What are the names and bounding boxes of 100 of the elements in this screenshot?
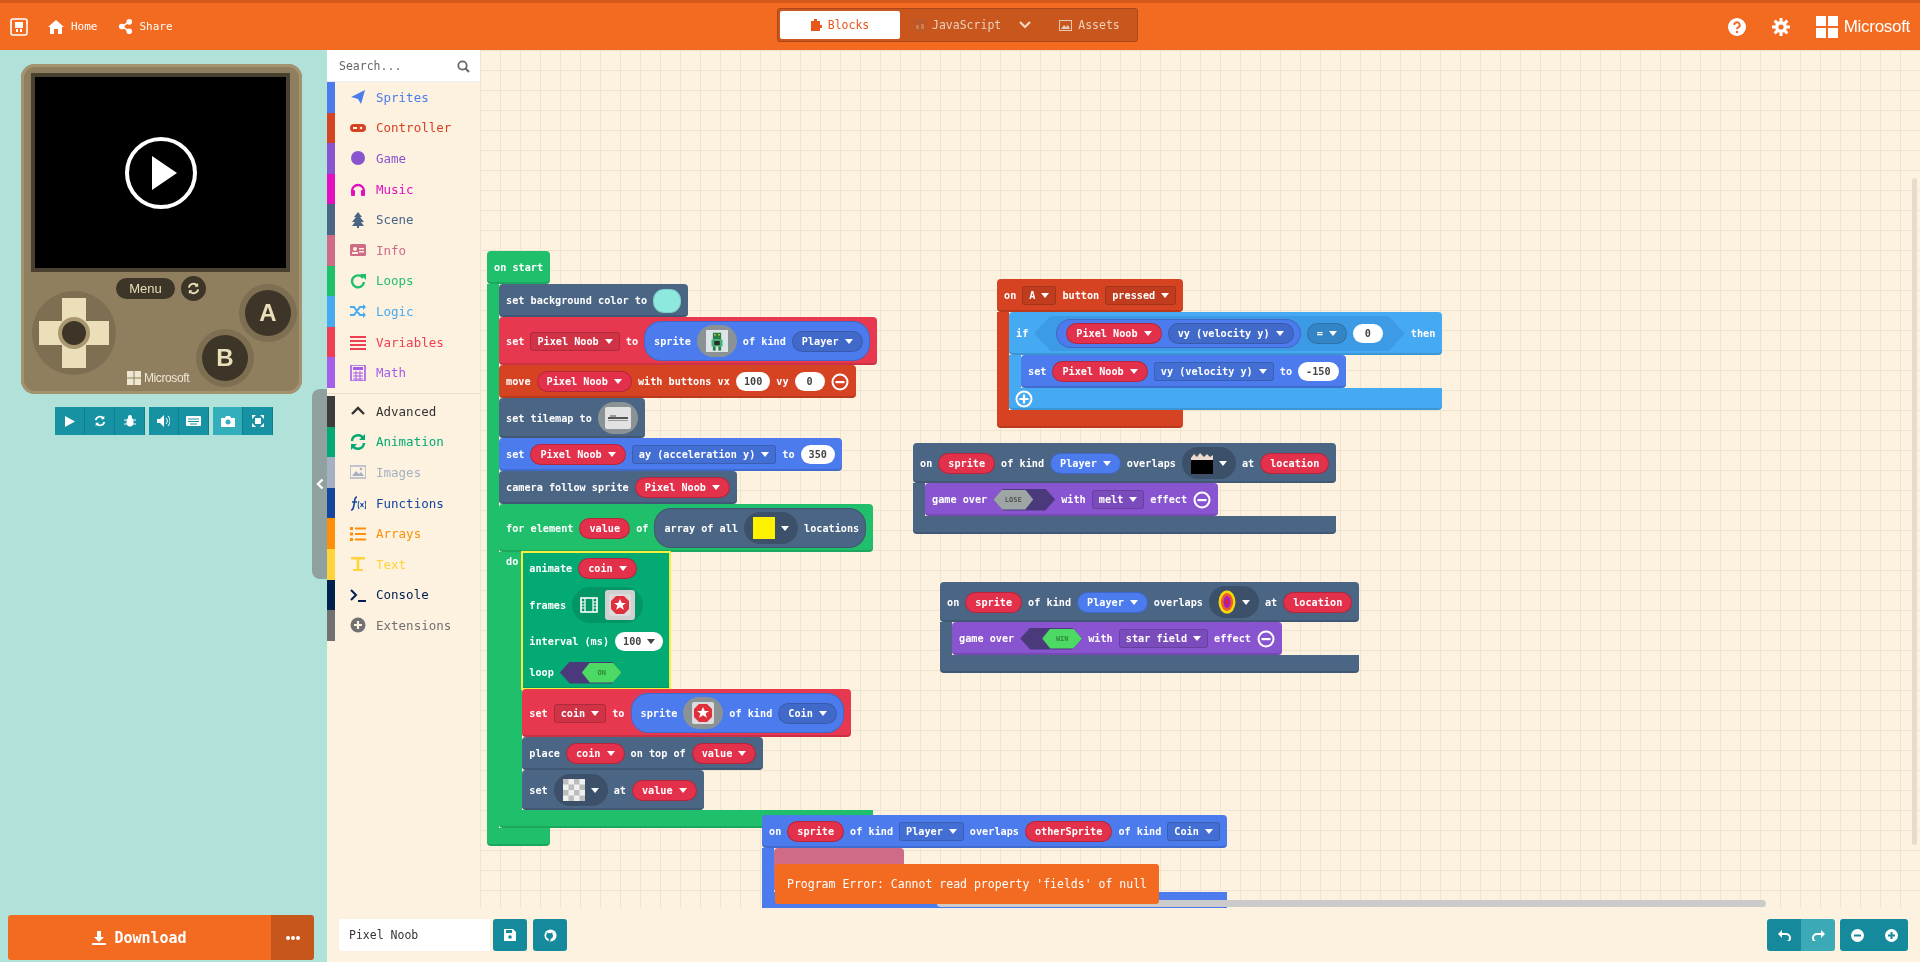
search-field[interactable]: Search... bbox=[327, 50, 480, 82]
variable-dropdown[interactable]: Pixel Noob bbox=[536, 371, 632, 392]
image-field[interactable] bbox=[683, 697, 724, 729]
variable-dropdown[interactable]: value bbox=[691, 743, 757, 764]
variable-dropdown[interactable]: Pixel Noob bbox=[1066, 323, 1162, 344]
logo-icon[interactable] bbox=[10, 17, 28, 36]
variable-pill[interactable]: location bbox=[1283, 591, 1353, 613]
keyboard-button[interactable] bbox=[179, 407, 209, 435]
redo-button[interactable] bbox=[1801, 919, 1835, 951]
code-block[interactable]: set Pixel Noob to sprite of kind Player bbox=[499, 317, 877, 365]
variable-pill[interactable]: otherSprite bbox=[1024, 821, 1113, 842]
home-link[interactable]: Home bbox=[48, 19, 98, 34]
d-pad[interactable] bbox=[31, 290, 117, 376]
code-block[interactable]: camera follow sprite Pixel Noob bbox=[499, 471, 737, 504]
project-name-field[interactable]: Pixel Noob bbox=[339, 919, 490, 951]
code-block[interactable]: set background color to bbox=[499, 284, 689, 317]
image-dropdown[interactable] bbox=[553, 774, 608, 806]
variable-pill[interactable]: value bbox=[579, 517, 631, 539]
share-link[interactable]: Share bbox=[117, 19, 173, 34]
dropdown-field[interactable]: Player bbox=[791, 330, 863, 352]
variable-dropdown[interactable]: coin bbox=[565, 743, 625, 764]
add-icon[interactable] bbox=[1015, 390, 1033, 408]
remove-icon[interactable] bbox=[1256, 629, 1275, 648]
image-dropdown[interactable] bbox=[744, 512, 799, 544]
collapse-handle[interactable] bbox=[312, 389, 327, 579]
image-dropdown[interactable] bbox=[1181, 447, 1236, 479]
variable-dropdown[interactable]: Pixel Noob bbox=[1052, 361, 1148, 382]
reporter-block[interactable]: sprite of kind Coin bbox=[630, 693, 844, 733]
dropdown-field[interactable]: Coin bbox=[778, 702, 837, 724]
image-field[interactable] bbox=[696, 325, 737, 357]
editor-tab[interactable]: Blocks bbox=[780, 11, 900, 39]
dropdown-field[interactable]: pressed bbox=[1105, 286, 1177, 305]
variable-pill[interactable]: sprite bbox=[938, 452, 996, 474]
variable-pill[interactable]: sprite bbox=[965, 591, 1023, 613]
dropdown-field[interactable]: Coin bbox=[1167, 822, 1220, 841]
editor-tab[interactable]: Assets bbox=[1045, 11, 1134, 39]
variable-pill[interactable]: location bbox=[1260, 452, 1330, 474]
code-block[interactable]: on A button pressed if Pixel Noob vy (velocity y) = 0 then set Pixel Noob vy (velocity y) to -150 bbox=[997, 279, 1443, 428]
code-block[interactable]: set Pixel Noob vy (velocity y) to -150 bbox=[1021, 355, 1346, 388]
image-field[interactable] bbox=[597, 402, 638, 434]
settings-icon[interactable] bbox=[1771, 17, 1790, 36]
variable-dropdown[interactable]: value bbox=[631, 779, 697, 801]
dropdown-field[interactable]: Player bbox=[1050, 452, 1121, 474]
caret-icon bbox=[1129, 497, 1138, 502]
dropdown-field[interactable]: = bbox=[1306, 323, 1347, 344]
mute-button[interactable] bbox=[149, 407, 179, 435]
fullscreen-button[interactable] bbox=[243, 407, 273, 435]
color-swatch[interactable] bbox=[653, 288, 682, 313]
dropdown-field[interactable]: vy (velocity y) bbox=[1167, 323, 1294, 344]
screenshot-button[interactable] bbox=[213, 407, 243, 435]
dropdown-field[interactable]: melt bbox=[1091, 490, 1145, 509]
code-block[interactable]: set coin to sprite of kind Coin bbox=[522, 689, 851, 737]
variable-dropdown[interactable]: Pixel Noob bbox=[634, 477, 730, 498]
zoom-out-button[interactable] bbox=[1840, 919, 1874, 951]
download-button[interactable]: Download bbox=[8, 915, 271, 960]
dropdown-field[interactable]: A bbox=[1022, 286, 1057, 305]
zoom-in-button[interactable] bbox=[1874, 919, 1908, 951]
play-button[interactable] bbox=[55, 407, 85, 435]
number-field[interactable]: -150 bbox=[1298, 362, 1339, 381]
debug-button[interactable] bbox=[115, 407, 145, 435]
variable-dropdown[interactable]: Pixel Noob bbox=[530, 444, 626, 465]
dropdown-field[interactable]: Player bbox=[899, 822, 964, 841]
code-block[interactable]: set at value bbox=[522, 770, 704, 810]
dropdown-field[interactable]: coin bbox=[553, 703, 607, 723]
variable-dropdown[interactable]: coin bbox=[578, 558, 637, 579]
number-field[interactable]: 0 bbox=[794, 372, 825, 391]
dropdown-field[interactable]: Player bbox=[1077, 591, 1148, 613]
dropdown-field[interactable]: star field bbox=[1118, 629, 1209, 648]
reporter-block[interactable]: sprite of kind Player bbox=[644, 321, 870, 361]
undo-button[interactable] bbox=[1767, 919, 1801, 951]
restart-button[interactable] bbox=[85, 407, 115, 435]
number-dropdown[interactable]: 100 bbox=[615, 632, 664, 651]
play-icon[interactable] bbox=[123, 135, 198, 210]
frames-field[interactable] bbox=[572, 587, 644, 623]
remove-icon[interactable] bbox=[830, 372, 849, 391]
remove-icon[interactable] bbox=[1193, 490, 1212, 509]
dropdown-field[interactable]: ay (acceleration y) bbox=[631, 445, 777, 464]
code-block[interactable]: if Pixel Noob vy (velocity y) = 0 then set Pixel Noob vy (velocity y) to -150 bbox=[1009, 312, 1443, 410]
condition-block[interactable]: Pixel Noob vy (velocity y) = 0 bbox=[1034, 316, 1405, 351]
block-label: with buttons vx bbox=[637, 376, 730, 387]
menu-button[interactable]: Menu bbox=[116, 278, 175, 299]
scrollbar[interactable] bbox=[1912, 178, 1917, 845]
help-icon[interactable] bbox=[1727, 17, 1746, 36]
dropdown-field[interactable]: Pixel Noob bbox=[530, 331, 620, 351]
image-field[interactable] bbox=[605, 590, 636, 620]
code-block[interactable]: set tilemap to bbox=[499, 398, 645, 438]
restart-button[interactable] bbox=[181, 276, 206, 301]
variable-pill[interactable]: sprite bbox=[787, 821, 845, 842]
reporter-block[interactable]: array of all locations bbox=[654, 508, 867, 548]
reporter-block[interactable]: Pixel Noob vy (velocity y) bbox=[1056, 319, 1301, 348]
dropdown-field[interactable]: vy (velocity y) bbox=[1153, 362, 1274, 381]
code-block[interactable]: move Pixel Noob with buttons vx 100 vy 0 bbox=[499, 365, 856, 398]
github-button[interactable] bbox=[533, 919, 567, 951]
code-block[interactable]: place coin on top of value bbox=[522, 737, 764, 770]
number-field[interactable]: 350 bbox=[800, 445, 835, 464]
editor-tab[interactable]: JavaScript bbox=[900, 11, 1016, 39]
code-block[interactable]: set Pixel Noob ay (acceleration y) to 350 bbox=[499, 438, 842, 471]
number-field[interactable]: 100 bbox=[735, 372, 771, 391]
number-field[interactable]: 0 bbox=[1352, 324, 1383, 343]
save-button[interactable] bbox=[493, 919, 527, 951]
